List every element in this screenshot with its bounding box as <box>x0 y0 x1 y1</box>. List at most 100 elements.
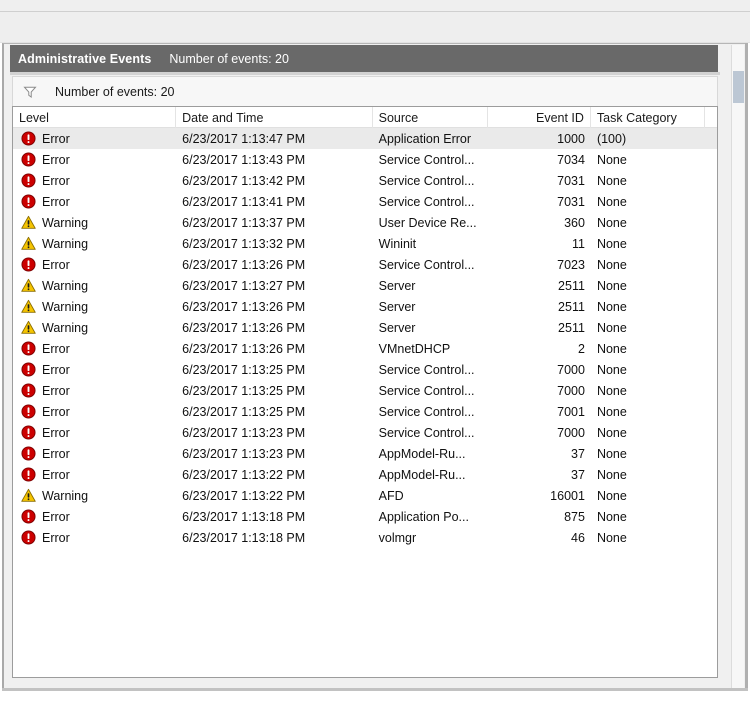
cell-source: Server <box>378 320 416 335</box>
cell-date-and-time: 6/23/2017 1:13:37 PM <box>182 215 306 230</box>
cell-event-id: 7031 <box>557 194 585 209</box>
cell-level-text: Error <box>42 467 70 482</box>
table-row[interactable]: Warning 6/23/2017 1:13:37 PM User Device R… <box>13 212 717 233</box>
cell-event-id: 11 <box>571 236 585 251</box>
cell-source: Service Control... <box>378 425 475 440</box>
table-row[interactable]: Error 6/23/2017 1:13:25 PM Service Control… <box>13 380 717 401</box>
cell-date-and-time: 6/23/2017 1:13:26 PM <box>182 299 306 314</box>
table-row[interactable]: Warning 6/23/2017 1:13:26 PM Server 2511 Non… <box>13 296 717 317</box>
filter-summary-label: Number of events: 20 <box>55 84 175 99</box>
column-header-source[interactable]: Source <box>373 107 488 128</box>
cell-level-text: Error <box>42 509 70 524</box>
cell-task-category: None <box>596 362 627 377</box>
column-header-task-category[interactable]: Task Category <box>591 107 705 128</box>
error-icon <box>21 173 42 188</box>
cell-source: Wininit <box>378 236 417 251</box>
cell-filler <box>705 170 717 191</box>
cell-task-category: None <box>596 320 627 335</box>
cell-date-and-time: 6/23/2017 1:13:47 PM <box>182 131 306 146</box>
column-header-event-id[interactable]: Event ID <box>488 107 591 128</box>
panel-event-count: Number of events: 20 <box>169 51 289 66</box>
table-row[interactable]: Warning 6/23/2017 1:13:32 PM Wininit 11 None <box>13 233 717 254</box>
warning-icon <box>21 299 42 314</box>
cell-date-and-time: 6/23/2017 1:13:41 PM <box>182 194 306 209</box>
cell-filler <box>705 506 717 527</box>
cell-event-id: 7000 <box>557 362 585 377</box>
table-row[interactable]: Error 6/23/2017 1:13:26 PM Service Control… <box>13 254 717 275</box>
cell-date-and-time: 6/23/2017 1:13:18 PM <box>182 509 306 524</box>
cell-date-and-time: 6/23/2017 1:13:25 PM <box>182 362 306 377</box>
cell-date-and-time: 6/23/2017 1:13:23 PM <box>182 425 306 440</box>
event-viewer-root: Administrative Events Number of events: … <box>0 0 750 719</box>
cell-task-category: (100) <box>596 131 627 146</box>
table-row[interactable]: Error 6/23/2017 1:13:23 PM Service Control… <box>13 422 717 443</box>
cell-task-category: None <box>596 404 627 419</box>
cell-level-text: Warning <box>42 278 89 293</box>
cell-level-text: Error <box>42 404 70 419</box>
warning-icon <box>21 488 42 503</box>
table-row[interactable]: Error 6/23/2017 1:13:18 PM volmgr 46 None <box>13 527 717 548</box>
cell-date-and-time: 6/23/2017 1:13:42 PM <box>182 173 306 188</box>
table-row[interactable]: Error 6/23/2017 1:13:42 PM Service Control… <box>13 170 717 191</box>
cell-filler <box>705 422 717 443</box>
table-row[interactable]: Error 6/23/2017 1:13:18 PM Application Po.… <box>13 506 717 527</box>
cell-level: Error <box>13 128 176 149</box>
table-row[interactable]: Error 6/23/2017 1:13:47 PM Application Err… <box>13 128 717 149</box>
cell-task-category: None <box>596 446 627 461</box>
cell-level: Warning <box>13 485 176 506</box>
table-row[interactable]: Warning 6/23/2017 1:13:27 PM Server 2511 Non… <box>13 275 717 296</box>
cell-filler <box>705 212 717 233</box>
table-row[interactable]: Error 6/23/2017 1:13:43 PM Service Control… <box>13 149 717 170</box>
cell-source: Service Control... <box>378 362 475 377</box>
cell-level: Error <box>13 359 176 380</box>
cell-level: Error <box>13 422 176 443</box>
table-row[interactable]: Error 6/23/2017 1:13:25 PM Service Control… <box>13 401 717 422</box>
cell-event-id: 2511 <box>558 299 585 314</box>
panel-title: Administrative Events <box>18 51 152 66</box>
column-header-date-and-time[interactable]: Date and Time <box>176 107 373 128</box>
table-row[interactable]: Warning 6/23/2017 1:13:22 PM AFD 16001 None <box>13 485 717 506</box>
cell-level-text: Warning <box>42 236 89 251</box>
cell-date-and-time: 6/23/2017 1:13:26 PM <box>182 320 306 335</box>
cell-filler <box>705 464 717 485</box>
filter-summary-bar[interactable]: Number of events: 20 <box>12 76 718 106</box>
cell-task-category: None <box>596 530 627 545</box>
events-grid[interactable]: Level Date and Time Source Event ID Task… <box>12 106 718 678</box>
error-icon <box>21 152 42 167</box>
scrollbar-thumb[interactable] <box>733 71 744 103</box>
cell-source: Service Control... <box>378 383 475 398</box>
cell-filler <box>705 233 717 254</box>
cell-level-text: Error <box>42 530 70 545</box>
panel-caption-bar[interactable]: Administrative Events Number of events: … <box>10 45 718 72</box>
cell-source: User Device Re... <box>378 215 477 230</box>
cell-source: Application Error <box>378 131 472 146</box>
table-row[interactable]: Error 6/23/2017 1:13:26 PM VMnetDHCP 2 None <box>13 338 717 359</box>
cell-task-category: None <box>596 236 627 251</box>
cell-event-id: 7034 <box>557 152 585 167</box>
cell-date-and-time: 6/23/2017 1:13:22 PM <box>182 467 306 482</box>
caption-bar-shadow <box>10 72 720 75</box>
cell-event-id: 2511 <box>558 320 585 335</box>
table-row[interactable]: Warning 6/23/2017 1:13:26 PM Server 2511 Non… <box>13 317 717 338</box>
cell-event-id: 37 <box>571 467 585 482</box>
cell-event-id: 16001 <box>550 488 585 503</box>
cell-task-category: None <box>596 173 627 188</box>
cell-task-category: None <box>596 509 627 524</box>
cell-task-category: None <box>596 299 627 314</box>
cell-level-text: Error <box>42 194 70 209</box>
cell-level: Error <box>13 443 176 464</box>
column-header-level[interactable]: Level <box>13 107 177 128</box>
table-row[interactable]: Error 6/23/2017 1:13:25 PM Service Control… <box>13 359 717 380</box>
cell-source: AppModel-Ru... <box>378 446 466 461</box>
table-row[interactable]: Error 6/23/2017 1:13:23 PM AppModel-Ru... 3… <box>13 443 717 464</box>
table-row[interactable]: Error 6/23/2017 1:13:41 PM Service Control… <box>13 191 717 212</box>
cell-filler <box>705 359 717 380</box>
panel-vertical-scrollbar[interactable] <box>731 45 744 691</box>
cell-task-category: None <box>596 194 627 209</box>
table-row[interactable]: Error 6/23/2017 1:13:22 PM AppModel-Ru... 3… <box>13 464 717 485</box>
cell-task-category: None <box>596 341 627 356</box>
cell-source: Server <box>378 278 416 293</box>
error-icon <box>21 131 42 146</box>
cell-level: Error <box>13 380 176 401</box>
cell-task-category: None <box>596 257 627 272</box>
